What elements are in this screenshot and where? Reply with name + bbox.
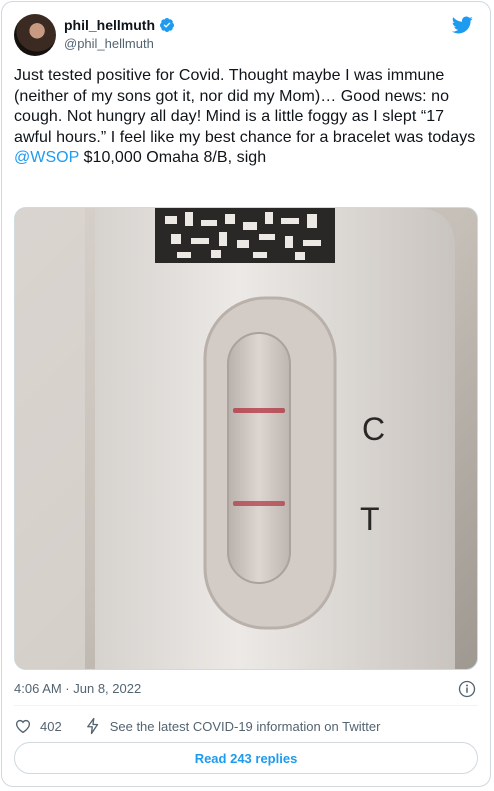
author-handle[interactable]: @phil_hellmuth: [64, 36, 154, 51]
tweet-text: Just tested positive for Covid. Thought …: [14, 66, 482, 169]
twitter-bird-icon[interactable]: [450, 14, 474, 36]
tweet-timestamp[interactable]: 4:06 AM · Jun 8, 2022: [14, 681, 141, 696]
verified-badge-icon: [159, 18, 174, 32]
tweet-actions: 402 See the latest COVID-19 information …: [14, 714, 478, 738]
covid-test-image: C T: [15, 208, 477, 669]
covid-info-link[interactable]: See the latest COVID-19 information on T…: [84, 717, 381, 735]
like-button[interactable]: 402: [14, 717, 62, 735]
heart-icon: [15, 719, 31, 734]
tweet-photo[interactable]: C T: [14, 207, 478, 670]
lightning-icon: [86, 717, 98, 735]
like-count: 402: [40, 718, 62, 734]
covid-info-text: See the latest COVID-19 information on T…: [109, 718, 381, 734]
mention-link[interactable]: @WSOP: [14, 149, 79, 166]
author-display-name[interactable]: phil_hellmuth: [64, 17, 155, 33]
test-line-label: T: [360, 501, 380, 537]
info-icon[interactable]: [458, 680, 476, 698]
tweet-header: phil_hellmuth @phil_hellmuth: [14, 14, 476, 58]
tweet-text-body: Just tested positive for Covid. Thought …: [14, 67, 476, 146]
tweet-text-tail: $10,000 Omaha 8/B, sigh: [79, 149, 267, 166]
avatar[interactable]: [14, 14, 56, 56]
control-line-label: C: [362, 411, 385, 447]
read-replies-button[interactable]: Read 243 replies: [14, 742, 478, 774]
divider: [14, 705, 478, 706]
author-name-row[interactable]: phil_hellmuth: [64, 17, 175, 33]
